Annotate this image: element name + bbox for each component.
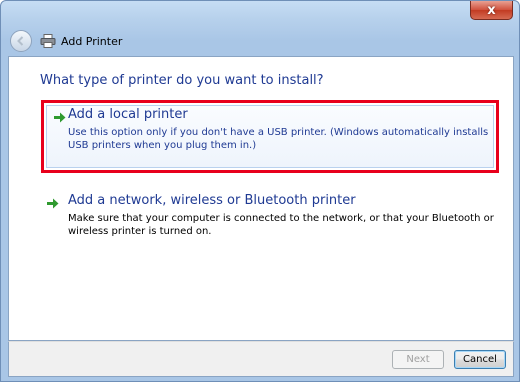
close-icon: x [487, 2, 496, 18]
option-heading: Add a network, wireless or Bluetooth pri… [68, 193, 356, 208]
add-printer-window: x Add Printer What type of printer do yo… [0, 0, 520, 382]
option-heading: Add a local printer [68, 107, 188, 122]
option-description: Make sure that your computer is connecte… [68, 213, 494, 237]
option-add-network-printer[interactable]: Add a network, wireless or Bluetooth pri… [41, 193, 499, 245]
cancel-button[interactable]: Cancel [454, 350, 506, 369]
page-question: What type of printer do you want to inst… [40, 73, 324, 88]
wizard-footer: Next Cancel [8, 341, 514, 377]
window-title: Add Printer [61, 34, 123, 48]
back-button[interactable] [10, 30, 32, 52]
back-arrow-icon [17, 36, 24, 46]
printer-icon [40, 34, 56, 48]
option-add-local-printer[interactable]: Add a local printer Use this option only… [41, 100, 499, 173]
next-button[interactable]: Next [392, 350, 444, 369]
green-arrow-icon [54, 112, 66, 123]
window-header: Add Printer [8, 27, 512, 55]
green-arrow-icon [47, 198, 59, 209]
close-button[interactable]: x [470, 1, 513, 20]
option-description: Use this option only if you don't have a… [68, 127, 489, 151]
wizard-content: What type of printer do you want to inst… [8, 56, 514, 341]
